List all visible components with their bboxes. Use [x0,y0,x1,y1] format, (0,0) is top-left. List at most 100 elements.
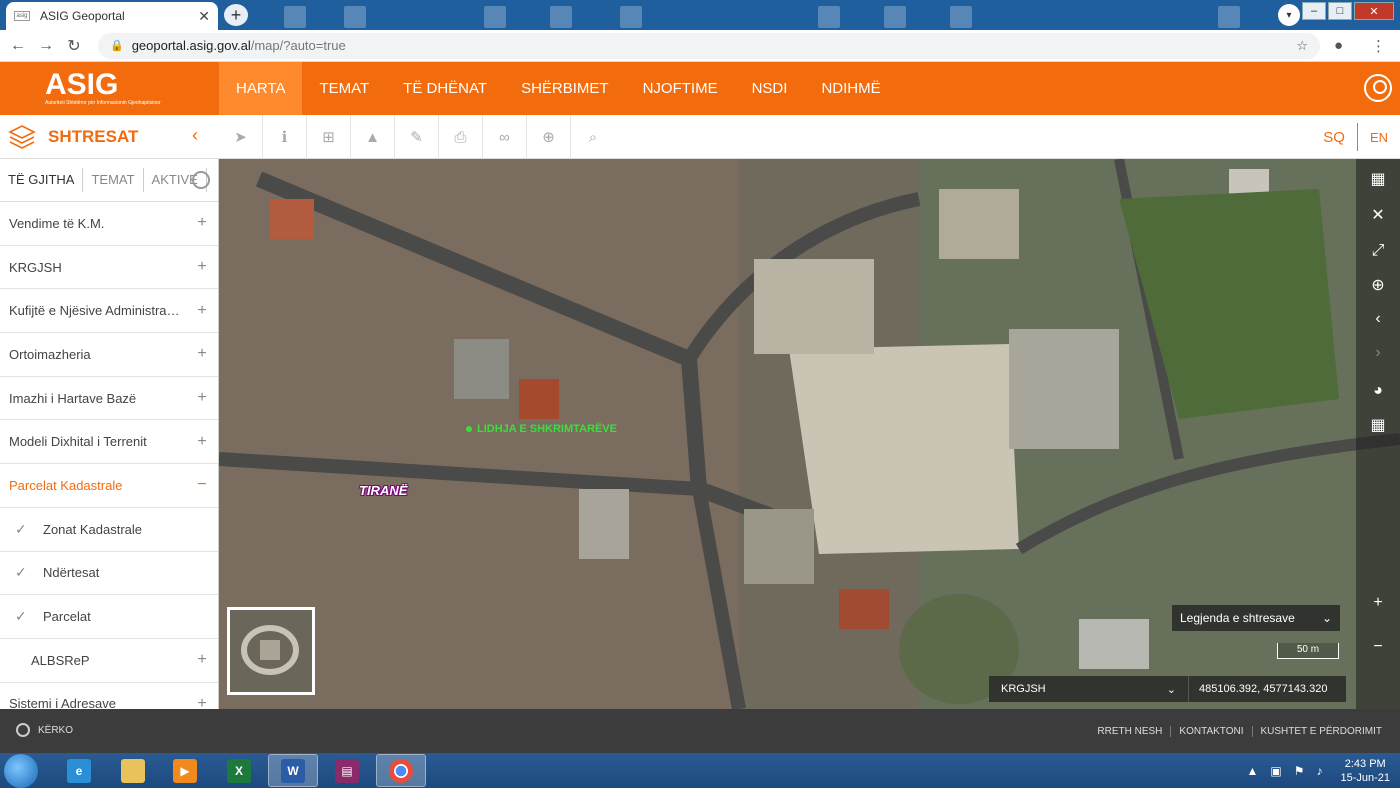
layer-item-row[interactable]: ✓ Ndërtesat [0,552,218,596]
layer-group-row[interactable]: Modeli Dixhital i Terrenit + [0,420,218,465]
tab-temat[interactable]: TEMAT [83,168,144,192]
start-button-icon[interactable] [4,754,38,788]
nav-sherbimet[interactable]: SHËRBIMET [504,62,626,115]
layer-group-row[interactable]: Kufijtë e Njësive Administrative + [0,289,218,334]
expand-plus-icon[interactable]: + [195,651,209,669]
nav-temat[interactable]: TEMAT [302,62,386,115]
layer-item-row[interactable]: ✓ Parcelat [0,595,218,639]
coordinates-readout: 485106.392, 4577143.320 [1199,683,1328,695]
expand-plus-icon[interactable]: + [195,695,209,709]
fullscreen-icon[interactable]: ⤢ [1366,239,1390,263]
url-input[interactable]: 🔒 geoportal.asig.gov.al/map/?auto=true ☆ [98,32,1320,59]
nav-harta[interactable]: HARTA [219,62,303,115]
tray-flag-icon[interactable]: ⚑ [1294,764,1305,778]
map-controls-strip: ▦ ✕ ⤢ ⊕ ‹ › ◕ ▦ + − [1356,159,1400,709]
forward-icon[interactable]: → [32,37,60,55]
lang-en[interactable]: EN [1358,130,1400,145]
add-layer-icon[interactable]: ⊞ [307,115,351,159]
excel-icon[interactable]: X [214,754,264,787]
draw-edit-icon[interactable]: ✎ [395,115,439,159]
nav-ndihme[interactable]: NDIHMË [804,62,897,115]
browser-tab-active[interactable]: asig ASIG Geoportal ✕ [6,2,218,30]
map-canvas[interactable]: LIDHJA E SHKRIMTARËVE TIRANË Legjenda e … [219,159,1400,709]
footer-link-terms[interactable]: KUSHTET E PËRDORIMIT [1253,726,1391,737]
zoom-out-icon[interactable]: − [1366,635,1390,659]
zoom-in-icon[interactable]: + [1366,591,1390,615]
tab-title: ASIG Geoportal [40,9,125,23]
layer-group-row[interactable]: KRGJSH + [0,246,218,290]
nav-te-dhenat[interactable]: TË DHËNAT [386,62,504,115]
link-icon[interactable]: ∞ [483,115,527,159]
volume-icon[interactable]: ♪ [1316,764,1322,778]
user-icon[interactable] [1364,74,1392,102]
zoom-box-icon[interactable]: ⊕ [1366,273,1390,297]
overview-minimap[interactable] [227,607,315,695]
account-icon[interactable]: ● [1334,37,1343,55]
media-player-icon[interactable]: ▶ [160,754,210,787]
checkmark-icon[interactable]: ✓ [9,564,37,581]
search-icon[interactable]: ⌕ [571,115,615,159]
basemap-icon[interactable]: ▦ [1366,167,1390,191]
print-icon[interactable]: ⎙ [439,115,483,159]
full-extent-icon[interactable]: ✕ [1366,203,1390,227]
nav-njoftime[interactable]: NJOFTIME [626,62,735,115]
layer-group-row-expanded[interactable]: Parcelat Kadastrale − [0,464,218,508]
layer-group-row[interactable]: Sistemi i Adresave + [0,683,218,709]
projection-select[interactable]: KRGJSH ⌄ [989,676,1189,702]
close-tab-icon[interactable]: ✕ [198,8,210,25]
footer-link-contact[interactable]: KONTAKTONI [1171,725,1253,737]
reload-icon[interactable]: ↻ [60,36,88,56]
grid-icon[interactable]: ▦ [1366,413,1390,437]
expand-plus-icon[interactable]: + [195,433,209,451]
chrome-icon[interactable] [376,754,426,787]
layer-group-row[interactable]: Vendime të K.M. + [0,202,218,246]
expand-plus-icon[interactable]: + [195,258,209,276]
tray-device-icon[interactable]: ▣ [1270,764,1281,778]
new-tab-button[interactable]: + [224,4,248,26]
settings-gear-icon[interactable] [192,171,210,189]
expand-plus-icon[interactable]: + [195,345,209,363]
poi-marker[interactable] [466,426,472,432]
nav-nsdi[interactable]: NSDI [735,62,805,115]
layer-group-label: Modeli Dixhital i Terrenit [9,434,147,450]
layer-group-row[interactable]: Ortoimazheria + [0,333,218,377]
menu-kebab-icon[interactable]: ⋮ [1371,37,1386,55]
expand-plus-icon[interactable]: + [195,214,209,232]
clock[interactable]: 2:43 PM 15-Jun-21 [1340,757,1390,785]
asig-logo[interactable]: ASIG Autoriteti Shtetëror për Informacio… [45,70,161,108]
add-circle-icon[interactable]: ⊕ [527,115,571,159]
profile-chart-icon[interactable]: ▲ [351,115,395,159]
collapse-panel-icon[interactable]: ‹ [192,125,198,146]
explorer-icon[interactable] [108,754,158,787]
bookmark-star-icon[interactable]: ☆ [1296,38,1308,54]
legend-dropdown[interactable]: Legjenda e shtresave ⌄ [1172,605,1340,631]
expand-plus-icon[interactable]: + [195,302,209,320]
language-switch: SQ EN [1311,115,1400,159]
word-icon[interactable]: W [268,754,318,787]
search-icon [16,723,30,737]
next-extent-icon[interactable]: › [1366,341,1390,365]
checkmark-icon[interactable]: ✓ [9,521,37,538]
footer-link-about[interactable]: RRETH NESH [1089,725,1172,737]
ie-icon[interactable]: e [54,754,104,787]
checkmark-icon[interactable]: ✓ [9,608,37,625]
select-pointer-icon[interactable]: ➤ [219,115,263,159]
expand-plus-icon[interactable]: + [195,389,209,407]
close-window-icon[interactable]: ✕ [1354,2,1394,20]
minimize-icon[interactable]: – [1302,2,1326,20]
layer-subgroup-row[interactable]: ALBSReP + [0,639,218,683]
layer-item-row[interactable]: ✓ Zonat Kadastrale [0,508,218,552]
back-icon[interactable]: ← [4,37,32,55]
previous-extent-icon[interactable]: ‹ [1366,307,1390,331]
collapse-minus-icon[interactable]: − [195,476,209,494]
chevron-down-icon[interactable]: ▾ [1278,4,1300,26]
winrar-icon[interactable]: ▤ [322,754,372,787]
lang-sq[interactable]: SQ [1311,129,1357,146]
info-icon[interactable]: ℹ [263,115,307,159]
tab-te-gjitha[interactable]: TË GJITHA [0,168,84,192]
maximize-icon[interactable]: □ [1328,2,1352,20]
search-button[interactable]: KËRKO [16,723,73,737]
tray-arrow-icon[interactable]: ▲ [1246,764,1258,778]
globe-icon[interactable]: ◕ [1366,379,1390,403]
layer-group-row[interactable]: Imazhi i Hartave Bazë + [0,377,218,421]
